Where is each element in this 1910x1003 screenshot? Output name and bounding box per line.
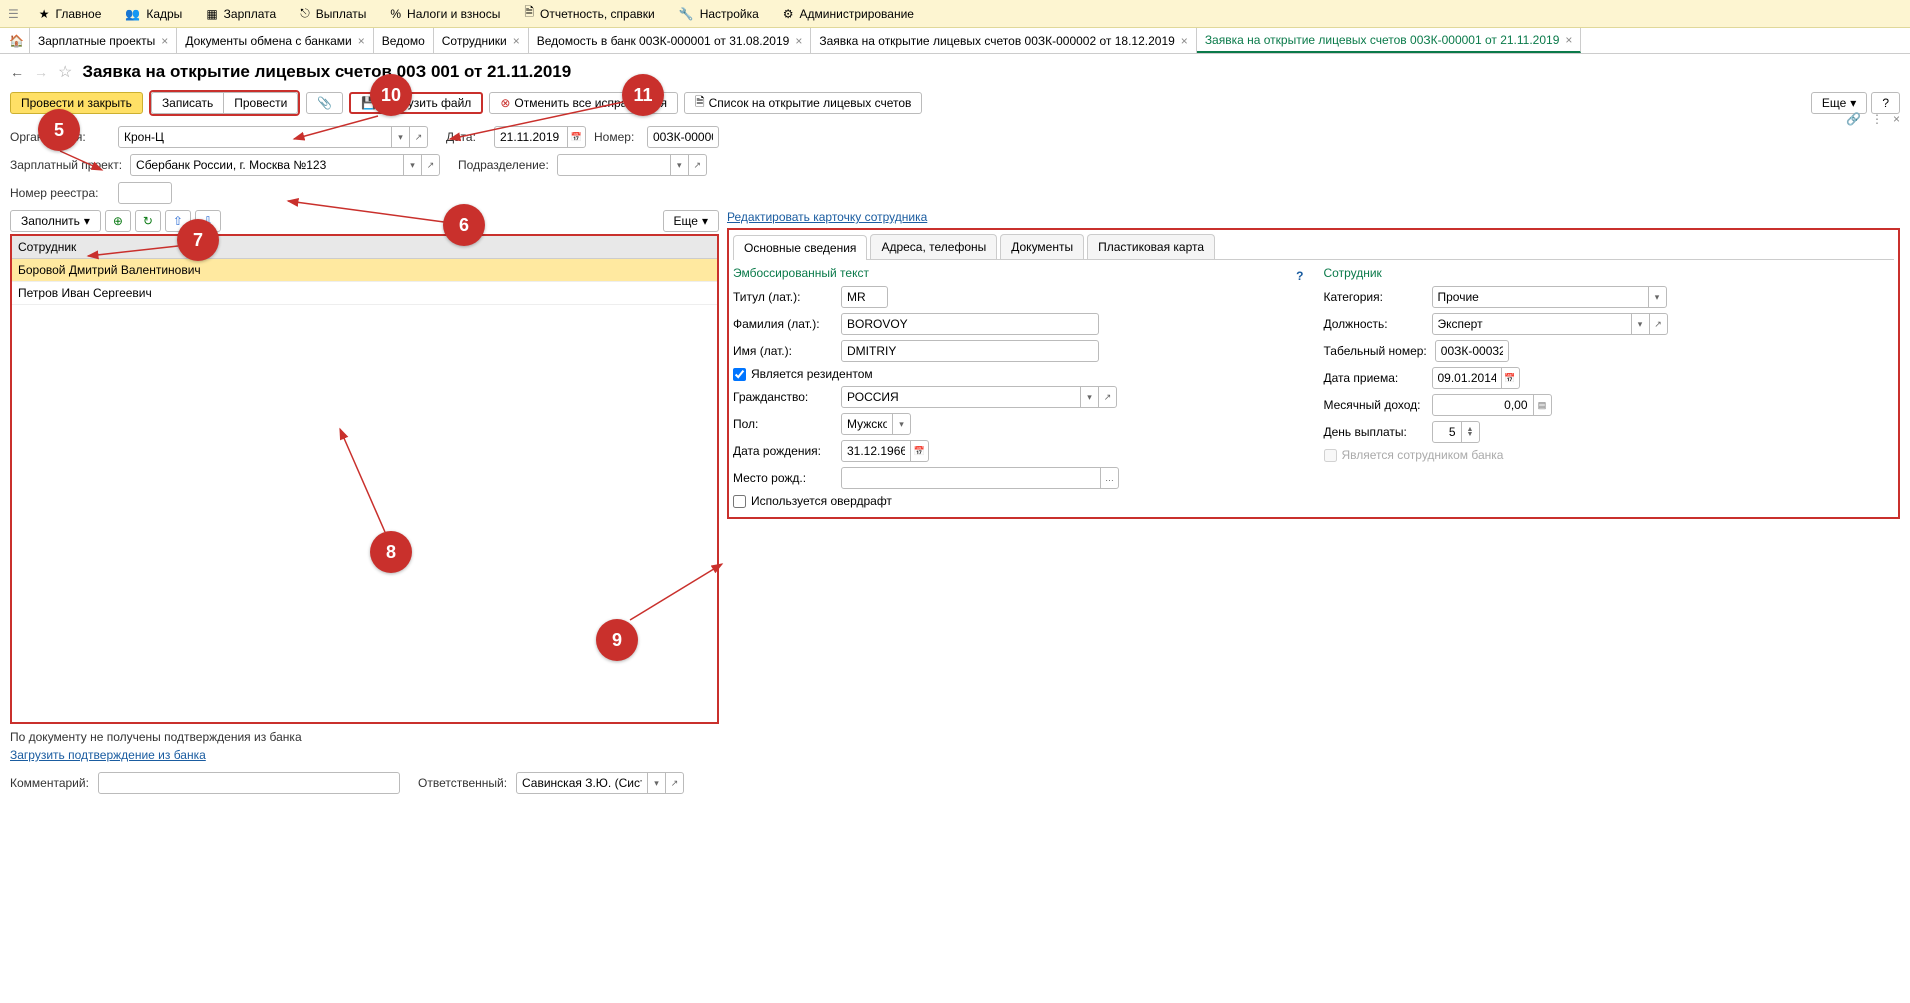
hamburger-icon[interactable]: ☰ xyxy=(8,7,19,21)
menu-staff[interactable]: 👥Кадры xyxy=(113,0,194,27)
position-input[interactable]: ▾↗ xyxy=(1432,313,1668,335)
tab-6-active[interactable]: Заявка на открытие лицевых счетов 00ЗК-0… xyxy=(1197,28,1582,53)
table-row[interactable]: Боровой Дмитрий Валентинович xyxy=(12,259,717,282)
title-lat-input[interactable] xyxy=(841,286,888,308)
birthplace-input[interactable]: … xyxy=(841,467,1119,489)
subdiv-input[interactable]: ▾↗ xyxy=(557,154,707,176)
document-toolbar: Провести и закрыть Записать Провести 📎 💾… xyxy=(10,90,1900,116)
hire-input[interactable]: 📅 xyxy=(1432,367,1520,389)
col-header-employee: Сотрудник xyxy=(12,236,717,259)
tab-1[interactable]: Документы обмена с банками× xyxy=(177,28,373,53)
list-open-button[interactable]: 🗎Список на открытие лицевых счетов xyxy=(684,92,922,114)
label-date: Дата: xyxy=(446,130,486,144)
attach-button[interactable]: 📎 xyxy=(306,92,343,114)
tab-2[interactable]: Ведомо xyxy=(374,28,434,53)
status-text: По документу не получены подтверждения и… xyxy=(10,730,1900,744)
more-button[interactable]: Еще ▾ xyxy=(1811,92,1867,114)
responsible-input[interactable]: ▾↗ xyxy=(516,772,684,794)
menu-main[interactable]: ★Главное xyxy=(27,0,114,27)
emboss-heading: Эмбоссированный текст xyxy=(733,266,869,280)
label-comment: Комментарий: xyxy=(10,776,90,790)
payday-input[interactable]: ▲▼ xyxy=(1432,421,1480,443)
tab-3[interactable]: Сотрудники× xyxy=(434,28,529,53)
income-input[interactable]: ▤ xyxy=(1432,394,1552,416)
callout-7: 7 xyxy=(177,219,219,261)
home-tab[interactable]: 🏠 xyxy=(4,28,30,53)
comment-input[interactable] xyxy=(98,772,400,794)
write-button[interactable]: Записать xyxy=(151,92,224,114)
post-button[interactable]: Провести xyxy=(223,92,298,114)
add-row-button[interactable]: ⊕ xyxy=(105,210,131,232)
refresh-button[interactable]: ↻ xyxy=(135,210,161,232)
date-input[interactable]: 📅 xyxy=(494,126,586,148)
surname-lat-input[interactable] xyxy=(841,313,1099,335)
menu-salary[interactable]: ▦Зарплата xyxy=(194,0,288,27)
favorite-star[interactable]: ☆ xyxy=(58,62,72,82)
birth-input[interactable]: 📅 xyxy=(841,440,929,462)
close-icon[interactable]: × xyxy=(358,34,365,48)
employee-heading: Сотрудник xyxy=(1324,266,1895,280)
label-num: Номер: xyxy=(594,130,639,144)
more2-button[interactable]: Еще ▾ xyxy=(663,210,719,232)
callout-11: 11 xyxy=(622,74,664,116)
document-tab-bar: 🏠 Зарплатные проекты× Документы обмена с… xyxy=(0,28,1910,54)
employee-detail-panel: Основные сведения Адреса, телефоны Докум… xyxy=(727,228,1900,519)
tabnum-input[interactable] xyxy=(1435,340,1509,362)
callout-10: 10 xyxy=(370,74,412,116)
label-reg: Номер реестра: xyxy=(10,186,110,200)
tab-0[interactable]: Зарплатные проекты× xyxy=(30,28,177,53)
callout-9: 9 xyxy=(596,619,638,661)
close-icon[interactable]: × xyxy=(795,34,802,48)
tab-address[interactable]: Адреса, телефоны xyxy=(870,234,997,259)
table-row[interactable]: Петров Иван Сергеевич xyxy=(12,282,717,305)
sex-input[interactable]: ▾ xyxy=(841,413,911,435)
page-title: Заявка на открытие лицевых счетов 00З 00… xyxy=(82,62,571,82)
fill-button[interactable]: Заполнить ▾ xyxy=(10,210,101,232)
org-input[interactable]: ▾↗ xyxy=(118,126,428,148)
close-icon[interactable]: × xyxy=(1565,33,1572,47)
menu-payments[interactable]: ⎋Выплаты xyxy=(288,0,378,27)
bank-emp-checkbox xyxy=(1324,449,1337,462)
reg-input[interactable] xyxy=(118,182,172,204)
label-responsible: Ответственный: xyxy=(418,776,508,790)
menu-settings[interactable]: 🔧Настройка xyxy=(667,0,771,27)
help-icon[interactable]: ? xyxy=(1296,269,1303,283)
load-confirm-link[interactable]: Загрузить подтверждение из банка xyxy=(10,748,206,762)
project-input[interactable]: ▾↗ xyxy=(130,154,440,176)
menu-reports[interactable]: 🗎Отчетность, справки xyxy=(512,0,666,27)
tab-card[interactable]: Пластиковая карта xyxy=(1087,234,1215,259)
kebab-icon[interactable]: ⋮ xyxy=(1871,112,1883,126)
name-lat-input[interactable] xyxy=(841,340,1099,362)
edit-card-link[interactable]: Редактировать карточку сотрудника xyxy=(727,210,927,224)
label-subdiv: Подразделение: xyxy=(458,158,549,172)
citizenship-input[interactable]: ▾↗ xyxy=(841,386,1117,408)
callout-6: 6 xyxy=(443,204,485,246)
close-icon[interactable]: × xyxy=(161,34,168,48)
callout-5: 5 xyxy=(38,109,80,151)
close-icon[interactable]: × xyxy=(513,34,520,48)
main-menu-bar: ☰ ★Главное 👥Кадры ▦Зарплата ⎋Выплаты %На… xyxy=(0,0,1910,28)
link-icon[interactable]: 🔗 xyxy=(1846,112,1861,126)
num-input[interactable] xyxy=(647,126,719,148)
callout-8: 8 xyxy=(370,531,412,573)
fwd-arrow[interactable]: → xyxy=(34,64,48,80)
menu-admin[interactable]: ⚙Администрирование xyxy=(771,0,926,27)
category-input[interactable]: ▾ xyxy=(1432,286,1667,308)
close-icon[interactable]: × xyxy=(1893,112,1900,126)
resident-checkbox[interactable] xyxy=(733,368,746,381)
overdraft-checkbox[interactable] xyxy=(733,495,746,508)
post-close-button[interactable]: Провести и закрыть xyxy=(10,92,143,114)
help-button[interactable]: ? xyxy=(1871,92,1900,114)
tab-5[interactable]: Заявка на открытие лицевых счетов 00ЗК-0… xyxy=(811,28,1196,53)
label-proj: Зарплатный проект: xyxy=(10,158,122,172)
tab-main-info[interactable]: Основные сведения xyxy=(733,235,867,260)
back-arrow[interactable]: ← xyxy=(10,64,24,80)
menu-taxes[interactable]: %Налоги и взносы xyxy=(378,0,512,27)
close-icon[interactable]: × xyxy=(1181,34,1188,48)
tab-documents[interactable]: Документы xyxy=(1000,234,1084,259)
tab-4[interactable]: Ведомость в банк 00ЗК-000001 от 31.08.20… xyxy=(529,28,812,53)
